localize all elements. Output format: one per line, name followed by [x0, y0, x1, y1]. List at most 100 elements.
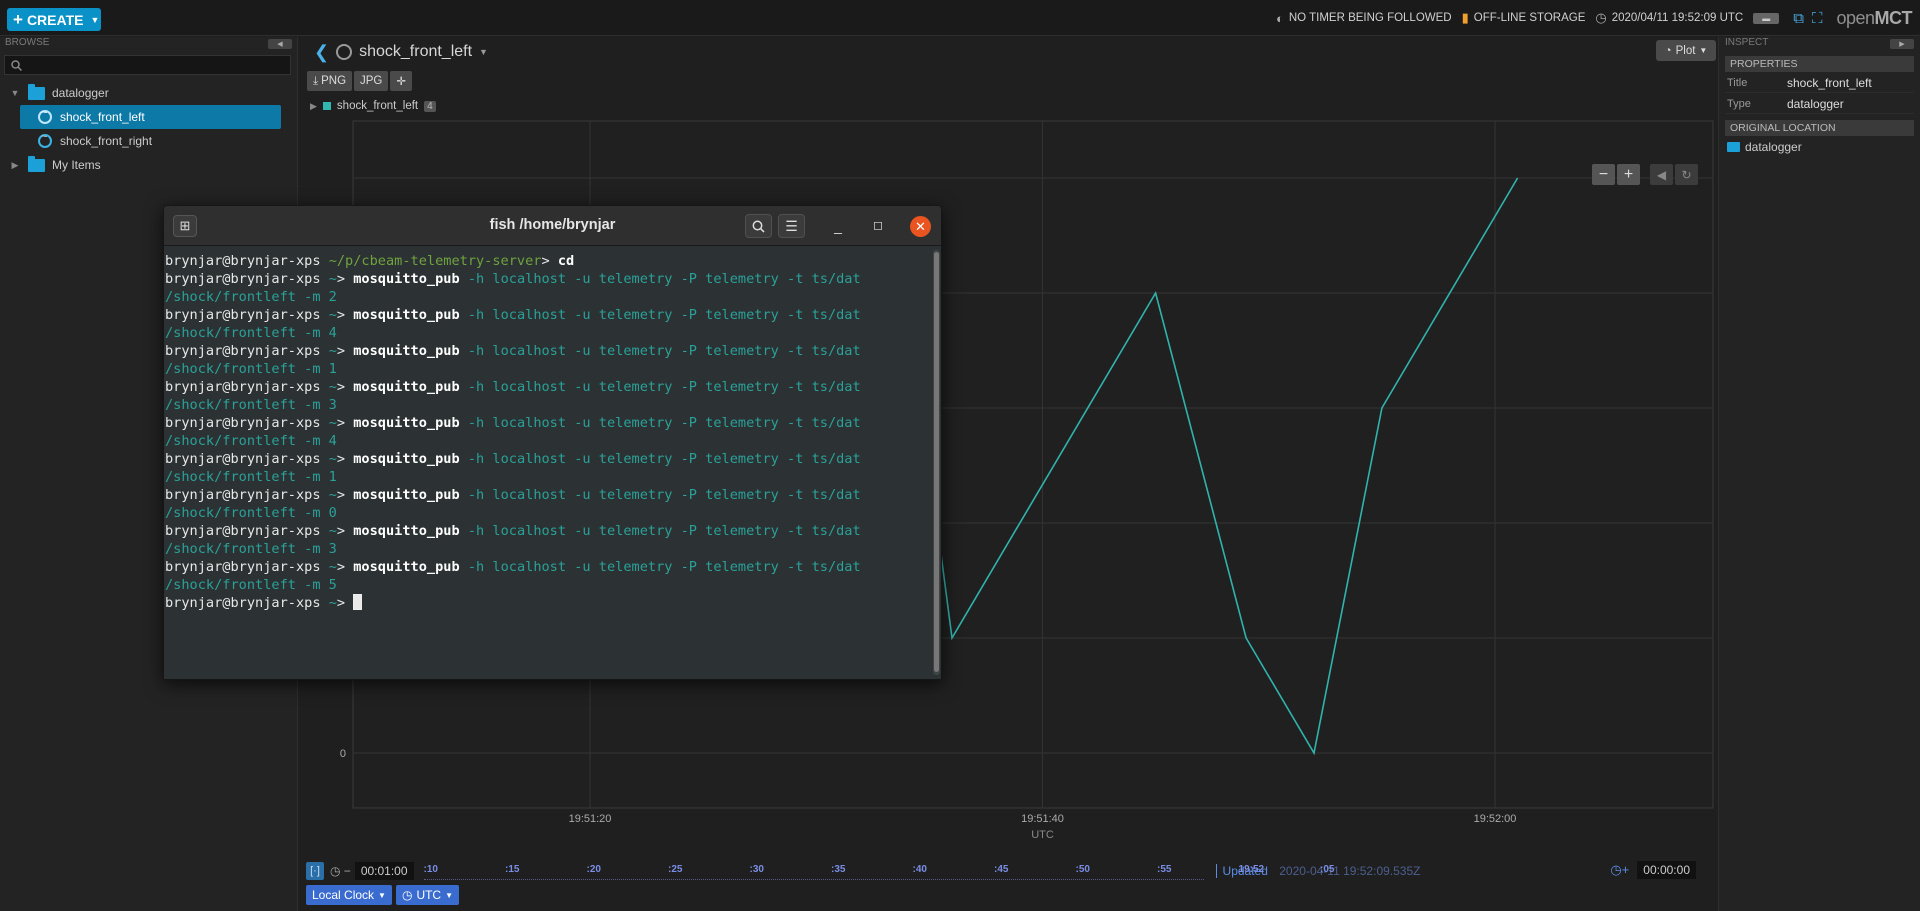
terminal-menu-button[interactable]: ☰ [778, 214, 805, 238]
realtime-mode-icon[interactable]: [·] [306, 862, 324, 880]
collapse-browse-button[interactable]: ◀ [268, 39, 292, 49]
terminal-line: /shock/frontleft -m 2 [165, 288, 923, 306]
browse-header-label: BROWSE [5, 37, 50, 48]
terminal-output[interactable]: brynjar@brynjar-xps ~/p/cbeam-telemetry-… [165, 248, 923, 678]
telemetry-icon [38, 107, 52, 124]
time-tick-label: :40 [912, 864, 927, 875]
tree-item-label: My Items [52, 158, 101, 172]
folder-icon [1727, 142, 1740, 152]
terminal-title: fish /home/brynjar [489, 217, 616, 233]
prompt-path: ~ [328, 451, 337, 467]
terminal-line: /shock/frontleft -m 4 [165, 324, 923, 342]
fullscreen-icon[interactable]: ⛶ [1812, 10, 1823, 27]
clock-plus-icon: ◷+ [1610, 862, 1630, 877]
prompt-symbol: > [336, 415, 354, 431]
folder-icon [28, 83, 45, 100]
expand-arrow-icon[interactable]: ▼ [8, 88, 22, 98]
create-button[interactable]: + CREATE ▼ [7, 8, 101, 31]
search-input[interactable] [28, 58, 290, 72]
prompt-path: ~ [328, 559, 337, 575]
zoom-in-button[interactable]: + [1617, 164, 1640, 185]
prompt-symbol: > [336, 343, 354, 359]
command-args: -h localhost -u telemetry -P telemetry -… [459, 415, 861, 431]
caret-down-icon: ▼ [378, 890, 386, 900]
time-axis[interactable]: :10:15:20:25:30:35:40:45:50:55 19:52:05 [423, 862, 1334, 880]
timer-indicator[interactable]: ◐ NO TIMER BEING FOLLOWED [1276, 11, 1452, 26]
time-tick-label: :15 [505, 864, 520, 875]
property-type-row: Type datalogger [1725, 95, 1914, 114]
top-bar: + CREATE ▼ ◐ NO TIMER BEING FOLLOWED ▮ O… [0, 0, 1920, 36]
clock-icon: ◷ [1595, 10, 1607, 25]
command-args-wrap: /shock/frontleft -m 5 [165, 577, 337, 593]
search-box [4, 55, 291, 75]
start-offset-field[interactable]: 00:01:00 [354, 862, 414, 880]
inspector-pane: INSPECT ▶ PROPERTIES Title shock_front_l… [1718, 37, 1920, 911]
storage-icon: ▮ [1461, 10, 1469, 25]
prompt-path: ~ [328, 595, 337, 611]
terminal-line: /shock/frontleft -m 0 [165, 504, 923, 522]
terminal-line: brynjar@brynjar-xps ~> mosquitto_pub -h … [165, 450, 923, 468]
x-tick-label: 19:51:20 [569, 813, 612, 825]
terminal-window[interactable]: ⊞ fish /home/brynjar ☰ _ ◻ ✕ brynjar@bry… [163, 205, 942, 680]
close-button[interactable]: ✕ [910, 216, 931, 237]
tree-item-my-items[interactable]: ▶ My Items [0, 153, 297, 177]
zoom-out-button[interactable]: − [1592, 164, 1615, 185]
property-title-row: Title shock_front_left [1725, 74, 1914, 93]
create-label: CREATE [26, 11, 84, 28]
tree-item-shock-front-right[interactable]: shock_front_right [0, 129, 297, 153]
object-tree: ▼ datalogger shock_front_left shock_fron… [0, 81, 297, 177]
maximize-button[interactable]: ◻ [870, 218, 886, 232]
end-offset-field[interactable]: 00:00:00 [1637, 861, 1696, 879]
command-args-wrap: /shock/frontleft -m 1 [165, 469, 337, 485]
clock-select-button[interactable]: Local Clock ▼ [306, 885, 392, 905]
terminal-line: brynjar@brynjar-xps ~> mosquitto_pub -h … [165, 378, 923, 396]
original-location-link[interactable]: datalogger [1727, 140, 1914, 154]
terminal-scrollbar[interactable] [933, 250, 940, 675]
minimize-button[interactable]: _ [830, 218, 846, 234]
collapse-inspector-button[interactable]: ▶ [1890, 39, 1914, 49]
command-args-wrap: /shock/frontleft -m 3 [165, 541, 337, 557]
tree-item-datalogger[interactable]: ▼ datalogger [0, 81, 297, 105]
command-name: mosquitto_pub [353, 343, 460, 359]
prompt-user: brynjar@brynjar-xps [165, 523, 329, 539]
command-name: mosquitto_pub [353, 559, 460, 575]
prompt-path: ~/p/cbeam-telemetry-server [328, 253, 542, 269]
command-name: cd [557, 253, 575, 269]
command-args: -h localhost -u telemetry -P telemetry -… [459, 487, 861, 503]
x-tick-label: 19:51:40 [1021, 813, 1064, 825]
pan-back-button[interactable]: ◀ [1650, 164, 1673, 185]
storage-status-text: OFF-LINE STORAGE [1473, 12, 1586, 24]
tree-item-shock-front-left[interactable]: shock_front_left [20, 105, 281, 129]
new-window-icon[interactable]: ⧉ [1793, 10, 1804, 27]
prompt-symbol: > [336, 559, 354, 575]
reset-view-button[interactable]: ↻ [1675, 164, 1698, 185]
time-tick-label: 19:52 [1238, 864, 1265, 875]
logo-mct-text: MCT [1874, 7, 1913, 28]
inspector-header-label: INSPECT [1725, 37, 1769, 48]
openmct-logo: openMCT [1836, 8, 1912, 29]
terminal-line: /shock/frontleft -m 1 [165, 360, 923, 378]
timesystem-select-button[interactable]: ◷ UTC ▼ [395, 885, 460, 905]
prompt-user: brynjar@brynjar-xps [165, 595, 329, 611]
prompt-user: brynjar@brynjar-xps [165, 559, 329, 575]
terminal-search-button[interactable] [745, 214, 772, 238]
clock-text: 2020/04/11 19:52:09 UTC [1611, 12, 1744, 24]
scrollbar-thumb[interactable] [934, 252, 939, 672]
terminal-titlebar[interactable]: ⊞ fish /home/brynjar ☰ _ ◻ ✕ [164, 206, 941, 246]
prompt-user: brynjar@brynjar-xps [165, 451, 329, 467]
toggle-indicators-button[interactable]: ▬ [1753, 12, 1780, 24]
expand-arrow-icon[interactable]: ▶ [8, 160, 22, 171]
time-tick-label: :10 [423, 864, 438, 875]
prompt-user: brynjar@brynjar-xps [165, 307, 329, 323]
prompt-symbol: > [336, 307, 354, 323]
prompt-path: ~ [328, 343, 337, 359]
browse-header: BROWSE ◀ [0, 37, 297, 51]
command-name: mosquitto_pub [353, 487, 460, 503]
property-value: datalogger [1787, 97, 1844, 111]
plus-icon: + [13, 10, 23, 29]
prompt-path: ~ [328, 415, 337, 431]
caret-down-icon: ▼ [445, 890, 454, 900]
search-icon [752, 220, 765, 233]
prompt-user: brynjar@brynjar-xps [165, 343, 329, 359]
storage-indicator[interactable]: ▮ OFF-LINE STORAGE [1462, 10, 1586, 26]
